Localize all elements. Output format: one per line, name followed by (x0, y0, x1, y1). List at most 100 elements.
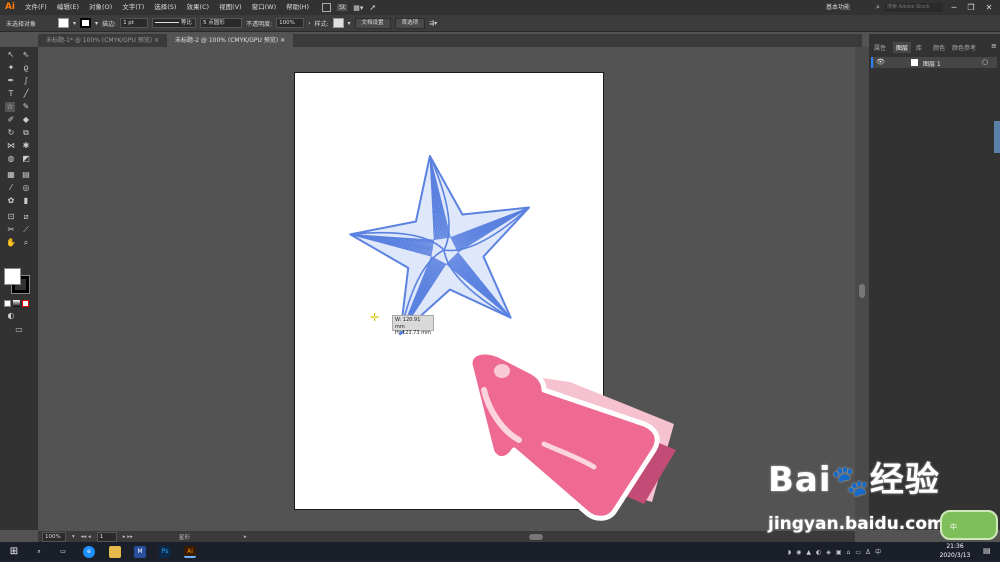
notification-icon[interactable]: ▤ (983, 546, 991, 555)
photoshop-icon[interactable]: Ps (159, 546, 171, 558)
search-icon[interactable]: ⌕ (33, 546, 45, 558)
magic-wand-tool-icon[interactable]: ✦ (6, 63, 16, 73)
style-swatch[interactable] (332, 18, 344, 28)
prev-artboard-icon[interactable]: ◂◂ ◂ (81, 534, 91, 540)
menu-view[interactable]: 视图(V) (214, 0, 247, 15)
chevron-right-icon[interactable]: ▸ (244, 534, 247, 540)
task-view-icon[interactable]: ▭ (57, 546, 69, 558)
clock-date[interactable]: 2020/3/13 (934, 552, 976, 559)
perspective-tool-icon[interactable]: ◩ (21, 154, 31, 164)
next-artboard-icon[interactable]: ▸ ▸▸ (123, 534, 133, 540)
file-explorer-icon[interactable] (109, 546, 121, 558)
zoom-tool-icon[interactable]: ⌕ (21, 238, 31, 248)
direct-selection-tool-icon[interactable]: ⇖ (21, 50, 31, 60)
close-icon[interactable]: ✕ (280, 37, 285, 44)
browser-icon[interactable]: e (83, 546, 95, 558)
paintbrush-tool-icon[interactable]: ✎ (21, 102, 31, 112)
preferences-button[interactable]: 首选项 (394, 17, 426, 29)
stock-icon[interactable]: St (337, 4, 348, 11)
clock-time[interactable]: 21:36 (940, 543, 970, 550)
fill-swatch[interactable] (58, 18, 69, 28)
bridge-icon[interactable] (322, 3, 332, 12)
slice-tool-icon[interactable]: ⧄ (21, 212, 31, 222)
close-icon[interactable]: ✕ (154, 37, 159, 44)
star-tool-icon[interactable]: ☆ (5, 102, 15, 112)
opacity-field[interactable]: 100% (276, 18, 305, 28)
type-tool-icon[interactable]: T (6, 89, 16, 99)
minimize-icon[interactable]: ─ (945, 0, 963, 15)
chevron-down-icon[interactable]: ▾ (72, 534, 75, 540)
scale-tool-icon[interactable]: ⧉ (21, 128, 31, 138)
stroke-weight-field[interactable]: 1 pt (120, 18, 149, 28)
horizontal-scroll-thumb[interactable] (528, 533, 543, 540)
ime-indicator[interactable]: 中 (875, 549, 886, 556)
puppet-warp-tool-icon[interactable]: ✱ (21, 141, 31, 151)
menu-select[interactable]: 选择(S) (149, 0, 181, 15)
restore-icon[interactable]: ❐ (962, 0, 980, 15)
visibility-eye-icon[interactable]: 👁 (876, 58, 885, 66)
tab-libraries[interactable]: 库 (916, 43, 922, 52)
ime-floating-widget[interactable]: 中 (940, 510, 998, 540)
panel-menu-icon[interactable]: ≡ (991, 42, 997, 50)
mesh-tool-icon[interactable]: ▦ (6, 170, 16, 180)
windows-start-icon[interactable]: ⊞ (8, 546, 20, 558)
scissors-tool-icon[interactable]: ✂ (6, 225, 16, 235)
workspace-switcher[interactable]: 基本功能 (826, 0, 850, 15)
menu-type[interactable]: 文字(T) (117, 0, 149, 15)
gradient-tool-icon[interactable]: ▤ (21, 170, 31, 180)
eyedropper-tool-icon[interactable]: ⁄ (6, 183, 16, 193)
tab-color[interactable]: 颜色 (933, 43, 945, 52)
gradient-mode-icon[interactable] (13, 300, 20, 307)
chevron-down-icon[interactable]: ▾ (95, 20, 98, 27)
menu-effect[interactable]: 效果(C) (181, 0, 214, 15)
curvature-tool-icon[interactable]: ∫ (21, 76, 31, 86)
artboard-tool-icon[interactable]: ⊡ (6, 212, 16, 222)
illustrator-icon[interactable]: Ai (184, 546, 196, 558)
stroke-profile-select[interactable]: 等比 (152, 18, 197, 28)
lasso-tool-icon[interactable]: ϱ (21, 63, 31, 73)
scroll-thumb[interactable] (859, 284, 865, 298)
close-icon[interactable]: ✕ (980, 0, 998, 15)
chevron-down-icon[interactable]: ▾ (348, 20, 351, 27)
hand-tool-icon[interactable]: ✋ (6, 238, 16, 248)
selection-tool-icon[interactable]: ↖ (6, 50, 16, 60)
chevron-right-icon[interactable]: › (308, 20, 310, 27)
layer-name[interactable]: 图层 1 (923, 59, 941, 68)
menu-object[interactable]: 对象(O) (84, 0, 117, 15)
fill-color-swatch[interactable] (4, 268, 21, 285)
tab-properties[interactable]: 属性 (874, 43, 886, 52)
align-icon[interactable]: ⇶▾ (429, 20, 437, 27)
layer-row[interactable]: 👁 图层 1 ○ (871, 57, 997, 68)
panel-collapse-strip[interactable] (994, 121, 1000, 153)
tab-color-guide[interactable]: 颜色参考 (952, 43, 976, 52)
artboard-number-field[interactable]: 1 (96, 531, 117, 542)
tab-layers[interactable]: 图层 (893, 42, 912, 53)
tab-document-2[interactable]: 未标题-2 @ 100% (CMYK/GPU 预览) ✕ (167, 34, 294, 47)
blend-tool-icon[interactable]: ◎ (21, 183, 31, 193)
send-icon[interactable]: ➚ (369, 3, 376, 12)
symbol-sprayer-tool-icon[interactable]: ✿ (6, 196, 16, 206)
knife-tool-icon[interactable]: ⟋ (21, 225, 31, 235)
stroke-swatch[interactable] (80, 18, 92, 28)
document-setup-button[interactable]: 文档设置 (354, 17, 391, 29)
menu-window[interactable]: 窗口(W) (247, 0, 282, 15)
tab-document-1[interactable]: 未标题-1* @ 100% (CMYK/GPU 预览) ✕ (38, 34, 168, 47)
hatched-star[interactable] (349, 155, 530, 336)
brush-select[interactable]: 5 点圆形 (200, 18, 243, 28)
draw-mode-icon[interactable]: ◐ (6, 311, 16, 321)
line-tool-icon[interactable]: ╱ (21, 89, 31, 99)
rotate-tool-icon[interactable]: ↻ (6, 128, 16, 138)
color-mode-buttons[interactable] (4, 300, 32, 308)
arrange-documents-icon[interactable]: ▦▾ (353, 4, 363, 12)
stock-search-input[interactable]: 搜索 Adobe Stock (885, 3, 943, 12)
shape-builder-tool-icon[interactable]: ◍ (6, 154, 16, 164)
screen-mode-icon[interactable]: ▭ (14, 325, 24, 335)
none-mode-icon[interactable] (22, 300, 29, 307)
menu-file[interactable]: 文件(F) (20, 0, 52, 15)
menu-help[interactable]: 帮助(H) (281, 0, 314, 15)
width-tool-icon[interactable]: ⋈ (6, 141, 16, 151)
zoom-field[interactable]: 100% (42, 531, 66, 542)
target-circle-icon[interactable]: ○ (982, 58, 988, 66)
column-graph-tool-icon[interactable]: ▮ (21, 196, 31, 206)
eraser-tool-icon[interactable]: ◆ (21, 115, 31, 125)
